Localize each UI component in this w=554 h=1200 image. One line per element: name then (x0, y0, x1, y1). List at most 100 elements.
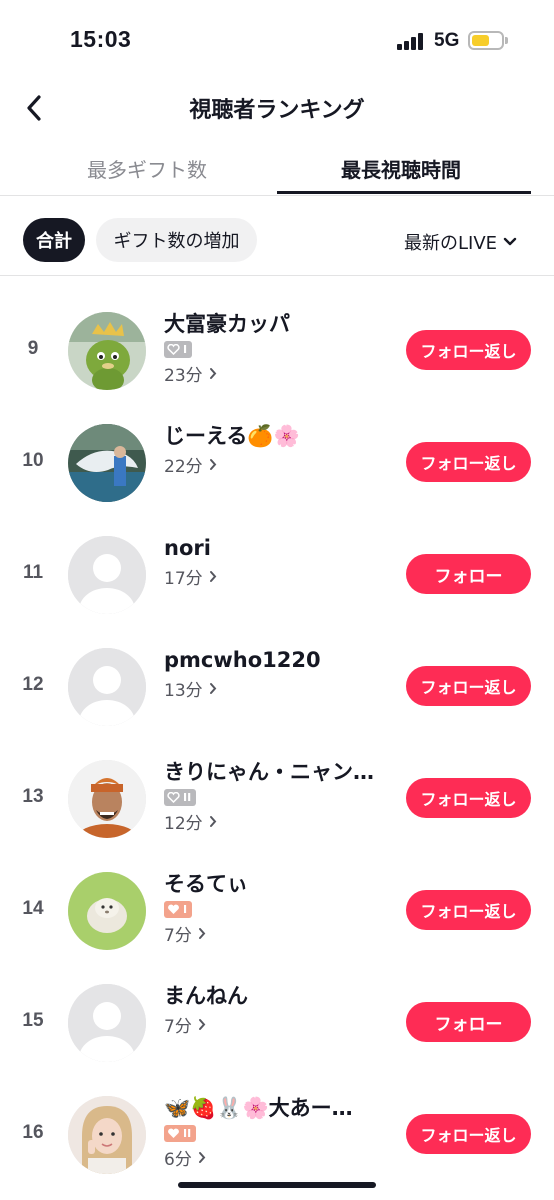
rank-number: 9 (27, 338, 39, 359)
username[interactable]: pmcwho1220 (164, 646, 394, 674)
row-info: きりにゃん・ニャン… II 12分 (164, 758, 394, 834)
watch-duration[interactable]: 13分 (164, 676, 394, 701)
ranking-row[interactable]: 9 大富豪カッパ I 23分 フォロー返し (0, 292, 554, 404)
chevron-right-icon (198, 928, 206, 939)
heart-icon (168, 904, 179, 914)
username[interactable]: 大富豪カッパ (164, 310, 394, 338)
chip-gift-increase[interactable]: ギフト数の増加 (96, 218, 257, 262)
row-info: pmcwho1220 13分 (164, 646, 394, 701)
battery-icon (468, 31, 504, 50)
ranking-row[interactable]: 12 pmcwho1220 13分 フォロー返し (0, 628, 554, 740)
battery-cap (505, 37, 508, 44)
chip-total[interactable]: 合計 (23, 218, 85, 262)
ranking-row[interactable]: 15 まんねん 7分 フォロー (0, 964, 554, 1076)
avatar[interactable] (68, 760, 146, 838)
watch-duration[interactable]: 23分 (164, 361, 394, 386)
avatar[interactable] (68, 984, 146, 1062)
badge-level: II (183, 791, 192, 804)
username[interactable]: まんねん (164, 982, 394, 1010)
status-bar: 15:03 5G (0, 0, 554, 80)
tab-most-gifts[interactable]: 最多ギフト数 (87, 154, 207, 183)
duration-text: 17分 (164, 569, 203, 589)
username[interactable]: じーえる🍊🌸 (164, 422, 394, 450)
header: 視聴者ランキング (0, 80, 554, 136)
follow-back-button[interactable]: フォロー返し (406, 330, 531, 370)
dolphin-avatar-image (68, 424, 146, 502)
follow-back-button[interactable]: フォロー返し (406, 442, 531, 482)
row-info: 🦋🍓🐰🌸大あー… II 6分 (164, 1094, 394, 1170)
follow-back-button[interactable]: フォロー返し (406, 666, 531, 706)
username[interactable]: きりにゃん・ニャン… (164, 758, 394, 786)
duration-text: 22分 (164, 457, 203, 477)
chevron-right-icon (209, 571, 216, 582)
tab-longest-watch-time[interactable]: 最長視聴時間 (341, 154, 461, 183)
ranking-row[interactable]: 13 きりにゃん・ニャン… II 12分 フォロー返し (0, 740, 554, 852)
fan-level-badge: I (164, 341, 193, 358)
ranking-row[interactable]: 10 じーえる🍊🌸 22分 フォロー返し (0, 404, 554, 516)
watch-duration[interactable]: 7分 (164, 1012, 394, 1037)
duration-text: 7分 (164, 926, 192, 946)
avatar[interactable] (68, 1096, 146, 1174)
status-time: 15:03 (70, 26, 132, 52)
row-info: そるてぃ I 7分 (164, 870, 394, 946)
heart-icon (167, 344, 180, 355)
avatar[interactable] (68, 312, 146, 390)
rank-number: 15 (22, 1010, 44, 1031)
filter-row: 合計 ギフト数の増加 最新のLIVE (0, 196, 554, 276)
live-dropdown-label: 最新のLIVE (404, 233, 498, 254)
chevron-right-icon (209, 816, 216, 827)
page-title: 視聴者ランキング (189, 98, 365, 123)
rank-number: 10 (22, 450, 44, 471)
woman-avatar-image (68, 1096, 146, 1174)
chevron-right-icon (209, 459, 216, 470)
watch-duration[interactable]: 12分 (164, 809, 394, 834)
follow-back-button[interactable]: フォロー返し (406, 1114, 531, 1154)
follow-button[interactable]: フォロー (406, 1002, 531, 1042)
duration-text: 6分 (164, 1150, 192, 1170)
chevron-right-icon (198, 1152, 206, 1163)
fan-level-badge: II (164, 1125, 197, 1142)
default-avatar-icon (68, 536, 146, 614)
live-dropdown[interactable]: 最新のLIVE (404, 229, 517, 255)
rank-number: 16 (22, 1122, 44, 1143)
heart-icon (167, 792, 180, 803)
chevron-right-icon (209, 683, 216, 694)
watch-duration[interactable]: 7分 (164, 921, 394, 946)
row-info: じーえる🍊🌸 22分 (164, 422, 394, 477)
duration-text: 13分 (164, 681, 203, 701)
username[interactable]: nori (164, 534, 394, 562)
avatar[interactable] (68, 536, 146, 614)
rank-number: 12 (22, 674, 44, 695)
avatar[interactable] (68, 648, 146, 726)
duration-text: 12分 (164, 814, 203, 834)
follow-button[interactable]: フォロー (406, 554, 531, 594)
watch-duration[interactable]: 6分 (164, 1145, 394, 1170)
username[interactable]: そるてぃ (164, 870, 394, 898)
chevron-down-icon (503, 237, 517, 246)
avatar[interactable] (68, 424, 146, 502)
home-indicator[interactable] (178, 1182, 376, 1188)
fan-level-badge: II (164, 789, 197, 806)
ranking-row[interactable]: 14 そるてぃ I 7分 フォロー返し (0, 852, 554, 964)
network-label: 5G (434, 30, 460, 51)
ranking-row[interactable]: 16 🦋🍓🐰🌸大あー… II 6分 フォロー返し (0, 1076, 554, 1188)
avatar[interactable] (68, 872, 146, 950)
kappa-avatar-image (68, 312, 146, 390)
active-tab-indicator (277, 191, 531, 194)
watch-duration[interactable]: 22分 (164, 452, 394, 477)
signal-icon (397, 33, 427, 50)
ranking-row[interactable]: 11 nori 17分 フォロー (0, 516, 554, 628)
badge-level: I (183, 343, 188, 356)
watch-duration[interactable]: 17分 (164, 564, 394, 589)
follow-back-button[interactable]: フォロー返し (406, 778, 531, 818)
badge-level: I (183, 903, 188, 916)
badge-level: II (183, 1127, 192, 1140)
tab-bar: 最多ギフト数 最長視聴時間 (0, 140, 554, 196)
rank-number: 11 (22, 562, 44, 583)
animal-avatar-image (68, 872, 146, 950)
follow-back-button[interactable]: フォロー返し (406, 890, 531, 930)
rank-number: 14 (22, 898, 44, 919)
chevron-right-icon (209, 368, 216, 379)
username[interactable]: 🦋🍓🐰🌸大あー… (164, 1094, 394, 1122)
default-avatar-icon (68, 648, 146, 726)
